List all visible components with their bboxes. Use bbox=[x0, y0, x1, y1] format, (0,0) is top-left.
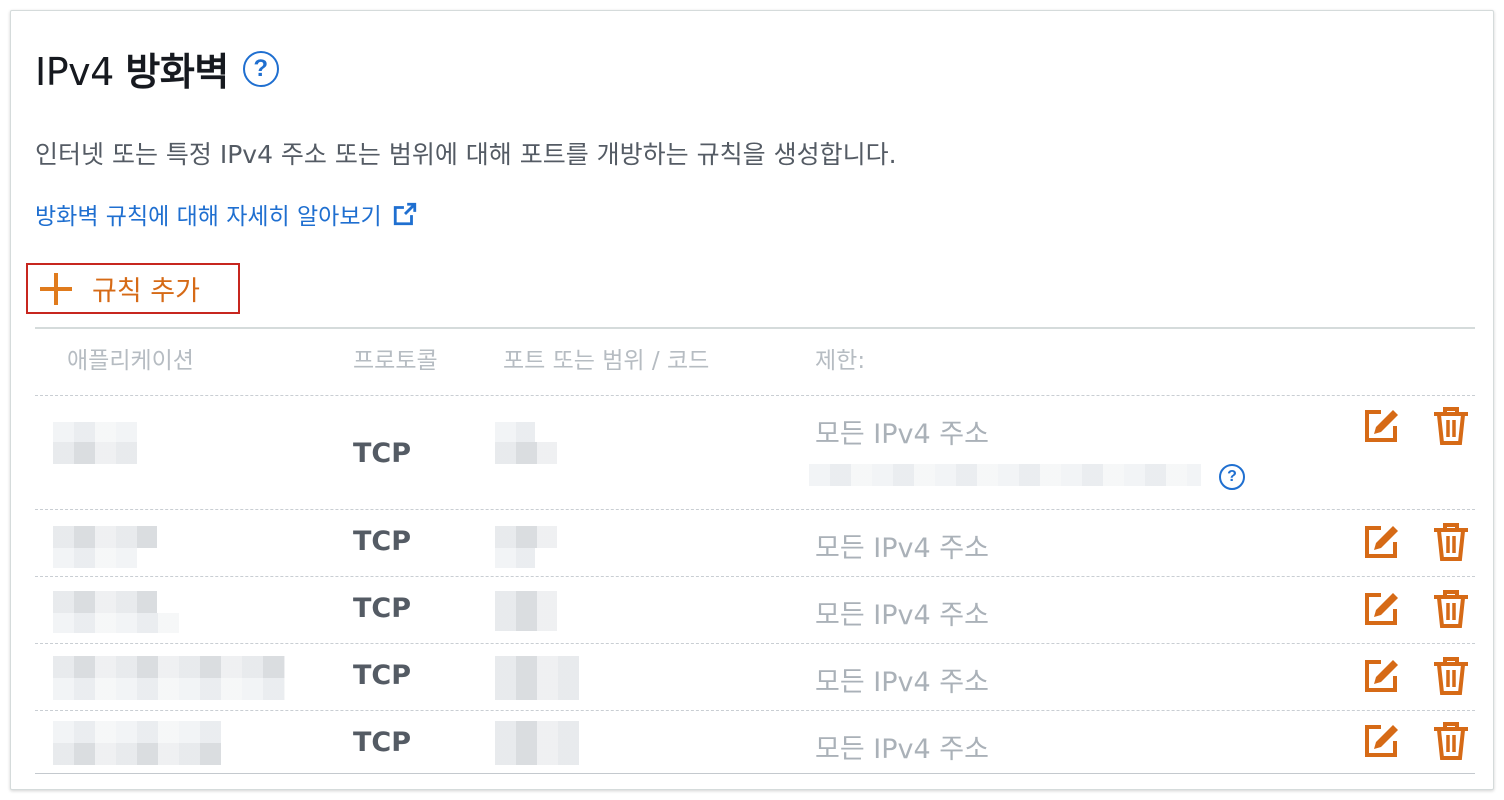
protocol-cell: TCP bbox=[353, 660, 412, 691]
learn-more-label: 방화벽 규칙에 대해 자세히 알아보기 bbox=[35, 204, 382, 230]
protocol-cell: TCP bbox=[353, 438, 412, 469]
table-row: TCP 모든 IPv4 주소 bbox=[35, 510, 1475, 576]
column-header-protocol: 프로토콜 bbox=[353, 348, 438, 374]
protocol-cell: TCP bbox=[353, 526, 412, 557]
trash-icon[interactable] bbox=[1431, 522, 1471, 562]
redacted-restriction-detail bbox=[809, 464, 1201, 486]
table-row: TCP 모든 IPv4 주소 ? bbox=[35, 396, 1475, 509]
column-header-port: 포트 또는 범위 / 코드 bbox=[503, 348, 710, 374]
plus-icon bbox=[40, 272, 72, 305]
restriction-cell: 모든 IPv4 주소 bbox=[815, 734, 989, 765]
redacted-port bbox=[495, 442, 557, 464]
redacted-application bbox=[53, 743, 221, 765]
column-header-application: 애플리케이션 bbox=[67, 348, 194, 374]
external-link-icon bbox=[393, 202, 416, 226]
title-prefix: IPv4 bbox=[35, 50, 126, 94]
edit-icon[interactable] bbox=[1361, 721, 1401, 761]
column-header-restriction: 제한: bbox=[815, 348, 866, 374]
restriction-cell: 모든 IPv4 주소 bbox=[815, 419, 989, 450]
table-row: TCP 모든 IPv4 주소 bbox=[35, 711, 1475, 773]
restriction-cell: 모든 IPv4 주소 bbox=[815, 600, 989, 631]
redacted-port bbox=[495, 422, 535, 442]
redacted-application bbox=[53, 442, 137, 464]
description-text: 인터넷 또는 특정 IPv4 주소 또는 범위에 대해 포트를 개방하는 규칙을… bbox=[35, 140, 897, 169]
redacted-application bbox=[53, 526, 157, 548]
redacted-application bbox=[53, 721, 221, 743]
protocol-cell: TCP bbox=[353, 593, 412, 624]
learn-more-link[interactable]: 방화벽 규칙에 대해 자세히 알아보기 bbox=[35, 197, 418, 231]
add-rule-label: 규칙 추가 bbox=[92, 276, 200, 307]
restriction-cell: 모든 IPv4 주소 bbox=[815, 667, 989, 698]
table-row: TCP 모든 IPv4 주소 bbox=[35, 644, 1475, 710]
ipv4-firewall-panel: IPv4 방화벽 ? 인터넷 또는 특정 IPv4 주소 또는 범위에 대해 포… bbox=[10, 10, 1494, 790]
redacted-port bbox=[495, 548, 535, 568]
protocol-cell: TCP bbox=[353, 727, 412, 758]
page-title: IPv4 방화벽 bbox=[35, 41, 229, 96]
redacted-port bbox=[495, 526, 557, 548]
title-main: 방화벽 bbox=[125, 50, 229, 94]
table-bottom-border bbox=[35, 773, 1475, 774]
redacted-application bbox=[53, 591, 157, 613]
redacted-application bbox=[53, 422, 137, 442]
redacted-application bbox=[53, 656, 285, 678]
trash-icon[interactable] bbox=[1431, 406, 1471, 446]
trash-icon[interactable] bbox=[1431, 656, 1471, 696]
redacted-application bbox=[53, 678, 285, 700]
redacted-port bbox=[495, 656, 579, 700]
trash-icon[interactable] bbox=[1431, 589, 1471, 629]
restriction-cell: 모든 IPv4 주소 bbox=[815, 533, 989, 564]
edit-icon[interactable] bbox=[1361, 589, 1401, 629]
table-top-border bbox=[35, 327, 1475, 329]
trash-icon[interactable] bbox=[1431, 721, 1471, 761]
redacted-port bbox=[495, 591, 557, 631]
edit-icon[interactable] bbox=[1361, 522, 1401, 562]
edit-icon[interactable] bbox=[1361, 656, 1401, 696]
table-row: TCP 모든 IPv4 주소 bbox=[35, 577, 1475, 643]
edit-icon[interactable] bbox=[1361, 406, 1401, 446]
title-row: IPv4 방화벽 ? bbox=[35, 41, 279, 96]
redacted-port bbox=[495, 721, 579, 765]
help-icon[interactable]: ? bbox=[1219, 464, 1245, 490]
add-rule-button[interactable]: 규칙 추가 bbox=[26, 263, 240, 314]
redacted-application bbox=[53, 548, 137, 568]
help-icon[interactable]: ? bbox=[242, 50, 279, 87]
redacted-application bbox=[53, 613, 179, 633]
